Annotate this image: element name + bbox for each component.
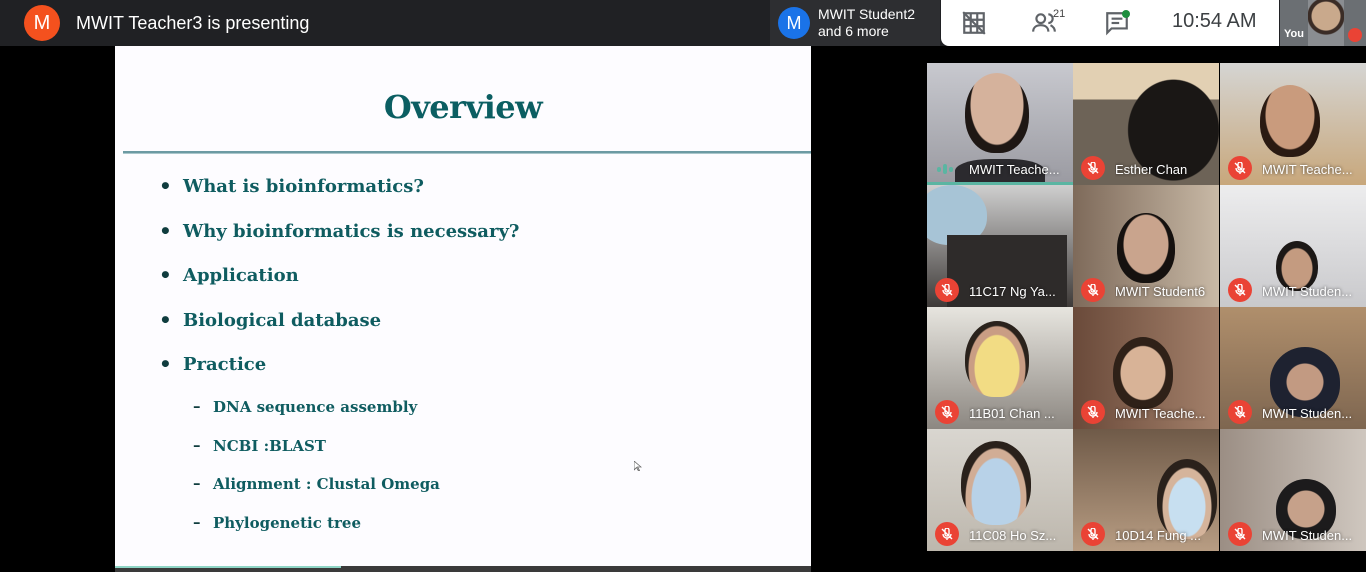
participant-name: 10D14 Fung ... [1115, 528, 1201, 543]
mic-off-icon [935, 278, 959, 302]
slide: Overview What is bioinformatics? Why bio… [115, 46, 811, 566]
mic-off-icon [1228, 156, 1252, 180]
chat-unread-dot [1122, 10, 1130, 18]
mic-off-icon [1228, 522, 1252, 546]
bullet-item: Why bioinformatics is necessary? [159, 219, 519, 266]
sub-bullet-list: DNA sequence assembly NCBI :BLAST Alignm… [193, 397, 440, 553]
participant-name: MWIT Teache... [1262, 162, 1353, 177]
participant-tile[interactable]: 11B01 Chan ... [927, 307, 1073, 429]
participant-name: 11B01 Chan ... [969, 406, 1055, 421]
participant-tile[interactable]: MWIT Teache... [1073, 307, 1219, 429]
participant-name: 11C17 Ng Ya... [969, 284, 1056, 299]
self-label: You [1284, 28, 1304, 40]
participant-name: MWIT Studen... [1262, 406, 1353, 421]
bullet-item: Application [159, 263, 519, 310]
chip-avatar: M [778, 7, 810, 39]
top-bar: M MWIT Teacher3 is presenting M MWIT Stu… [0, 0, 1366, 46]
presenter-avatar: M [24, 5, 60, 41]
participant-tile[interactable]: MWIT Student6 [1073, 185, 1219, 307]
participant-count: 21 [1053, 8, 1066, 20]
participant-name: Esther Chan [1115, 162, 1188, 177]
mic-off-icon [1081, 522, 1105, 546]
sub-bullet-item: Alignment : Clustal Omega [193, 474, 440, 514]
participant-tile[interactable]: MWIT Studen... [1220, 185, 1366, 307]
participant-name: MWIT Student6 [1115, 284, 1206, 299]
participant-name: MWIT Teache... [969, 162, 1060, 177]
mic-off-icon [935, 400, 959, 424]
mic-off-icon [1081, 156, 1105, 180]
mic-off-icon [1348, 28, 1362, 42]
participant-name: MWIT Studen... [1262, 284, 1353, 299]
presenter-text: MWIT Teacher3 is presenting [76, 12, 310, 33]
participant-tile[interactable]: MWIT Studen... [1220, 307, 1366, 429]
participant-name: 11C08 Ho Sz... [969, 528, 1057, 543]
bullet-item: Practice [159, 352, 519, 399]
mic-off-icon [1228, 400, 1252, 424]
cursor-icon [634, 461, 642, 471]
mic-off-icon [1081, 278, 1105, 302]
mic-off-icon [1228, 278, 1252, 302]
slide-bottom-accent [115, 566, 341, 568]
participant-tile[interactable]: MWIT Studen... [1220, 429, 1366, 551]
layout-grid-icon[interactable] [961, 10, 987, 36]
mic-off-icon [935, 522, 959, 546]
meet-window: M MWIT Teacher3 is presenting M MWIT Stu… [0, 0, 1366, 572]
participant-name: MWIT Teache... [1115, 406, 1206, 421]
chip-line-2: and 6 more [818, 23, 889, 39]
participant-tile[interactable]: Esther Chan [1073, 63, 1219, 185]
sub-bullet-item: DNA sequence assembly [193, 397, 440, 437]
others-presenting-chip[interactable]: M MWIT Student2 and 6 more [770, 0, 940, 46]
presenter-info: M MWIT Teacher3 is presenting [24, 5, 309, 41]
participant-tile[interactable]: 10D14 Fung ... [1073, 429, 1219, 551]
chip-text: MWIT Student2 and 6 more [818, 6, 915, 40]
mic-off-icon [1081, 400, 1105, 424]
participant-tile[interactable]: 11C08 Ho Sz... [927, 429, 1073, 551]
meeting-controls: 21 10:54 AM [941, 0, 1279, 46]
participant-tile[interactable]: MWIT Teache... [927, 63, 1073, 185]
self-video [1308, 0, 1344, 46]
bullet-item: Biological database [159, 308, 519, 355]
sub-bullet-item: Phylogenetic tree [193, 513, 440, 553]
participant-grid: MWIT Teache... Esther Chan MWIT Teache..… [927, 63, 1366, 551]
participant-tile[interactable]: 11C17 Ng Ya... [927, 185, 1073, 307]
slide-title: Overview [383, 88, 543, 126]
meeting-clock: 10:54 AM [1172, 10, 1257, 32]
bullet-list: What is bioinformatics? Why bioinformati… [159, 174, 519, 399]
chip-line-1: MWIT Student2 [818, 6, 916, 22]
participant-tile[interactable]: MWIT Teache... [1220, 63, 1366, 185]
participant-name: MWIT Studen... [1262, 528, 1353, 543]
title-divider [123, 151, 811, 154]
sub-bullet-item: NCBI :BLAST [193, 436, 440, 476]
speaking-icon [937, 163, 957, 175]
bullet-item: What is bioinformatics? [159, 174, 519, 221]
presentation-area: Overview What is bioinformatics? Why bio… [0, 46, 927, 572]
self-view-tile[interactable]: You [1280, 0, 1366, 46]
